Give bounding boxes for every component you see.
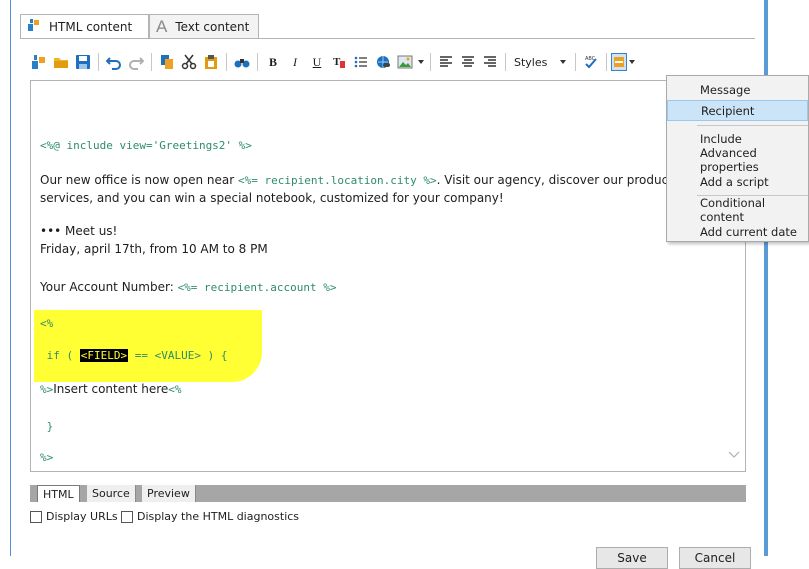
styles-dropdown[interactable]: Styles: [510, 56, 571, 69]
chevron-down-icon: [559, 56, 567, 69]
redo-icon[interactable]: [125, 51, 147, 73]
menu-separator: [697, 125, 808, 126]
text-color-icon[interactable]: T: [328, 51, 350, 73]
paste-icon[interactable]: [200, 51, 222, 73]
text-content-icon: A: [156, 17, 168, 36]
code-run: <%= recipient.account %>: [177, 281, 337, 294]
bold-icon[interactable]: B: [262, 51, 284, 73]
toolbar-separator: [430, 53, 431, 71]
checkbox-box[interactable]: [121, 510, 133, 523]
bullet-list-icon[interactable]: [350, 51, 372, 73]
menu-item-add-a-script[interactable]: Add a script: [667, 171, 808, 192]
align-center-icon[interactable]: [457, 51, 479, 73]
menu-item-conditional-content[interactable]: Conditional content: [667, 196, 808, 224]
underline-icon[interactable]: U: [306, 51, 328, 73]
toolbar-separator: [151, 53, 152, 71]
find-icon[interactable]: [231, 51, 253, 73]
toolbar-separator: [98, 53, 99, 71]
insert-image-icon[interactable]: [394, 51, 416, 73]
menu-item-message[interactable]: Message: [667, 79, 808, 100]
tab-text-content[interactable]: A Text content: [149, 14, 259, 38]
html-editor[interactable]: <%@ include view='Greetings2' %> Our new…: [30, 80, 746, 472]
menu-item-add-current-date[interactable]: Add current date: [667, 221, 808, 242]
italic-icon[interactable]: I: [284, 51, 306, 73]
insert-content-line: %>Insert content here<%: [40, 382, 182, 396]
open-folder-icon[interactable]: [50, 51, 72, 73]
save-icon[interactable]: [72, 51, 94, 73]
code-run: %>: [40, 383, 54, 396]
paragraph-line-1: Our new office is now open near <%= reci…: [40, 173, 679, 187]
tab-html[interactable]: HTML: [37, 485, 80, 502]
toolbar-separator: [257, 53, 258, 71]
display-urls-checkbox[interactable]: Display URLs: [30, 510, 118, 523]
checkbox-label: Display URLs: [46, 510, 118, 523]
tab-label: HTML content: [49, 19, 133, 34]
account-line: Your Account Number: <%= recipient.accou…: [40, 280, 337, 294]
code-run: == <VALUE> ) {: [128, 349, 228, 362]
window-left-border: [10, 0, 11, 556]
tab-label: Text content: [175, 19, 250, 34]
editor-view-tabs: HTML Source Preview: [30, 485, 746, 502]
cut-icon[interactable]: [178, 51, 200, 73]
close-tag-line: %>: [40, 451, 54, 464]
text-run: Our new office is now open near: [40, 173, 238, 187]
editor-toolbar: B I U T Styles ABC: [28, 49, 637, 75]
date-line: Friday, april 17th, from 10 AM to 8 PM: [40, 242, 268, 256]
text-run: . Visit our agency, discover our product…: [436, 173, 680, 187]
if-line: if ( <FIELD> == <VALUE> ) {: [40, 349, 227, 362]
text-run: Your Account Number:: [40, 280, 178, 294]
toolbar-separator: [575, 53, 577, 71]
tab-divider: [20, 38, 755, 39]
align-right-icon[interactable]: [479, 51, 501, 73]
personalization-menu: Message Recipient Include Advanced prope…: [666, 75, 809, 242]
new-content-icon[interactable]: [28, 51, 50, 73]
html-content-icon: [27, 18, 41, 35]
copy-icon[interactable]: [156, 51, 178, 73]
checkbox-box[interactable]: [30, 510, 42, 523]
text-run: Insert content here: [53, 382, 169, 396]
toolbar-separator: [505, 53, 506, 71]
cancel-button[interactable]: Cancel: [679, 547, 751, 569]
close-brace-line: }: [40, 420, 54, 433]
field-placeholder: <FIELD>: [79, 349, 129, 362]
personalization-dropdown-arrow-icon[interactable]: [627, 51, 637, 73]
open-tag-line: <%: [40, 317, 54, 330]
align-left-icon[interactable]: [435, 51, 457, 73]
paragraph-line-2: services, and you can win a special note…: [40, 191, 504, 205]
tab-preview[interactable]: Preview: [142, 485, 196, 502]
code-run: if (: [40, 349, 80, 362]
include-line: <%@ include view='Greetings2' %>: [40, 139, 252, 152]
menu-item-recipient[interactable]: Recipient: [667, 100, 808, 121]
code-run: <%= recipient.location.city %>: [237, 174, 437, 187]
meet-us-line: ••• Meet us!: [40, 224, 118, 238]
svg-text:T: T: [333, 56, 341, 68]
spellcheck-icon[interactable]: ABC: [580, 51, 602, 73]
display-html-diagnostics-checkbox[interactable]: Display the HTML diagnostics: [121, 510, 299, 523]
undo-icon[interactable]: [103, 51, 125, 73]
code-run: <%: [168, 383, 182, 396]
yellow-highlight-annotation: [34, 310, 262, 382]
toolbar-separator: [226, 53, 227, 71]
styles-label: Styles: [514, 55, 548, 69]
checkbox-label: Display the HTML diagnostics: [137, 510, 300, 523]
tab-source[interactable]: Source: [87, 485, 136, 502]
personalization-fields-icon[interactable]: [611, 53, 628, 71]
insert-link-icon[interactable]: [372, 51, 394, 73]
toolbar-separator: [606, 53, 608, 71]
image-dropdown-arrow-icon[interactable]: [416, 51, 426, 73]
scroll-down-arrow-icon[interactable]: [728, 449, 740, 463]
save-button[interactable]: Save: [596, 547, 668, 569]
menu-item-advanced-properties[interactable]: Advanced properties: [667, 146, 808, 174]
tab-html-content[interactable]: HTML content: [20, 14, 149, 38]
